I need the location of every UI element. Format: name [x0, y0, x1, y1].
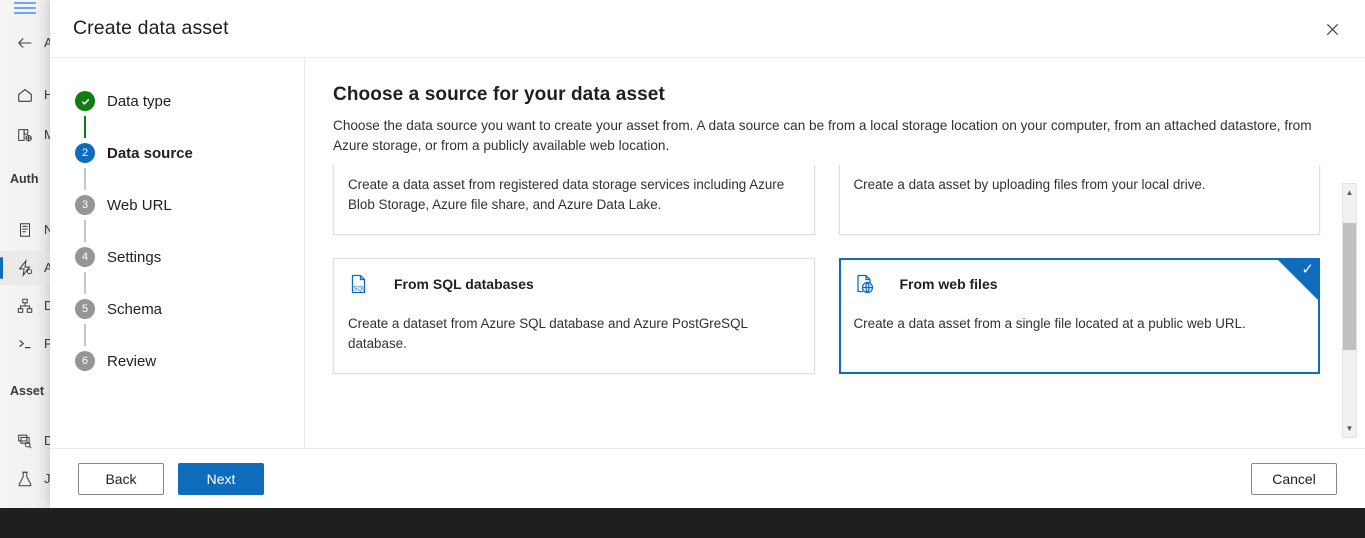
jobs-icon [18, 471, 32, 487]
rail-item-model-catalog[interactable] [0, 118, 50, 152]
card-row-2: SQL From SQL databases Create a dataset … [333, 258, 1320, 374]
close-icon[interactable] [1313, 10, 1351, 48]
rail-item-data[interactable] [0, 424, 50, 458]
rail-item-notebooks[interactable] [0, 213, 50, 247]
pane-header: Choose a source for your data asset Choo… [305, 58, 1365, 156]
step-settings[interactable]: 4 Settings [50, 242, 304, 294]
home-icon [18, 88, 32, 102]
back-button[interactable]: Back [78, 462, 164, 495]
selected-check-badge: ✓ [1277, 259, 1319, 301]
sql-database-icon: SQL [348, 273, 370, 295]
rail-section-authoring: Auth [10, 172, 39, 186]
step-label-1: Data type [107, 92, 172, 110]
step-connector-5 [84, 324, 86, 346]
page-title: Choose a source for your data asset [333, 84, 665, 105]
dialog-header: Create data asset [50, 0, 1365, 57]
rail-item-designer[interactable] [0, 289, 50, 323]
left-nav-rail: A H M Auth N A [0, 0, 55, 508]
create-data-asset-dialog: Create data asset Data type 2 Data sourc [50, 0, 1365, 508]
dialog-footer: Back Next Cancel [50, 448, 1365, 508]
step-connector-2 [84, 168, 86, 190]
step-label-6: Review [107, 352, 157, 370]
rail-item-back[interactable] [0, 26, 50, 60]
cancel-button[interactable]: Cancel [1251, 462, 1337, 495]
wizard-stepper: Data type 2 Data source 3 Web URL 4 Sett… [50, 58, 305, 448]
step-schema[interactable]: 5 Schema [50, 294, 304, 346]
data-source-pane: Choose a source for your data asset Choo… [305, 58, 1365, 448]
step-marker-5: 5 [75, 299, 95, 319]
step-label-4: Settings [107, 248, 162, 266]
rail-item-home[interactable] [0, 78, 50, 112]
page-description: Choose the data source you want to creat… [333, 118, 1312, 153]
step-data-type[interactable]: Data type [50, 86, 304, 138]
card-head: From web files [854, 273, 1304, 295]
card-head: SQL From SQL databases [348, 273, 798, 295]
step-marker-1 [75, 91, 95, 111]
close-x-glyph [1326, 23, 1338, 35]
step-marker-3: 3 [75, 195, 95, 215]
web-files-icon [854, 273, 876, 295]
card-from-local-files[interactable]: From local files Create a data asset by … [838, 165, 1320, 235]
cards-vertical-scrollbar[interactable]: ▲ ▼ [1342, 183, 1357, 438]
data-icon [18, 434, 32, 449]
step-connector-3 [84, 220, 86, 242]
card-row-1: From Azure storage Create a data asset f… [333, 165, 1320, 235]
dialog-body: Data type 2 Data source 3 Web URL 4 Sett… [50, 57, 1365, 448]
card-description: Create a data asset from a single file l… [853, 316, 1246, 331]
step-data-source[interactable]: 2 Data source [50, 138, 304, 190]
card-title: From web files [899, 276, 998, 292]
os-taskbar [0, 508, 1365, 538]
card-description: Create a data asset by uploading files f… [853, 177, 1206, 192]
step-marker-2: 2 [75, 143, 95, 163]
card-description: Create a data asset from registered data… [348, 177, 785, 212]
card-from-sql-databases[interactable]: SQL From SQL databases Create a dataset … [333, 258, 815, 374]
next-button[interactable]: Next [178, 462, 264, 495]
card-from-web-files[interactable]: ✓ From web files Create a data asset fro… [838, 258, 1320, 374]
card-from-azure-storage[interactable]: From Azure storage Create a data asset f… [333, 165, 815, 235]
scrollbar-thumb[interactable] [1343, 222, 1356, 350]
rail-item-prompt-flow[interactable] [0, 327, 50, 361]
card-description: Create a dataset from Azure SQL database… [348, 316, 748, 351]
back-arrow-icon [18, 38, 32, 48]
check-icon: ✓ [1301, 261, 1314, 278]
step-label-5: Schema [107, 300, 163, 318]
rail-section-assets: Asset [10, 384, 45, 398]
step-connector-1 [84, 116, 86, 138]
hamburger-icon[interactable] [14, 2, 36, 16]
source-cards-scroll-region: From Azure storage Create a data asset f… [305, 165, 1365, 448]
step-label-2: Data source [107, 144, 193, 162]
designer-icon [17, 298, 33, 313]
check-icon [81, 98, 89, 105]
source-cards-grid: From Azure storage Create a data asset f… [333, 165, 1320, 397]
card-title: From SQL databases [394, 276, 534, 292]
automl-icon [18, 259, 33, 277]
scrollbar-track[interactable] [1342, 201, 1357, 420]
svg-text:SQL: SQL [353, 286, 366, 293]
step-review[interactable]: 6 Review [50, 346, 304, 376]
model-catalog-icon [18, 129, 32, 142]
step-web-url[interactable]: 3 Web URL [50, 190, 304, 242]
dialog-title: Create data asset [73, 17, 229, 39]
step-label-3: Web URL [107, 196, 172, 214]
step-marker-6: 6 [75, 351, 95, 371]
prompt-flow-icon [19, 339, 31, 349]
scroll-up-arrow-icon[interactable]: ▲ [1342, 184, 1357, 201]
scroll-down-arrow-icon[interactable]: ▼ [1342, 420, 1357, 437]
notebook-icon [20, 223, 30, 237]
rail-item-jobs[interactable] [0, 462, 50, 496]
step-connector-4 [84, 272, 86, 294]
rail-item-automated-ml[interactable] [0, 251, 50, 285]
step-marker-4: 4 [75, 247, 95, 267]
